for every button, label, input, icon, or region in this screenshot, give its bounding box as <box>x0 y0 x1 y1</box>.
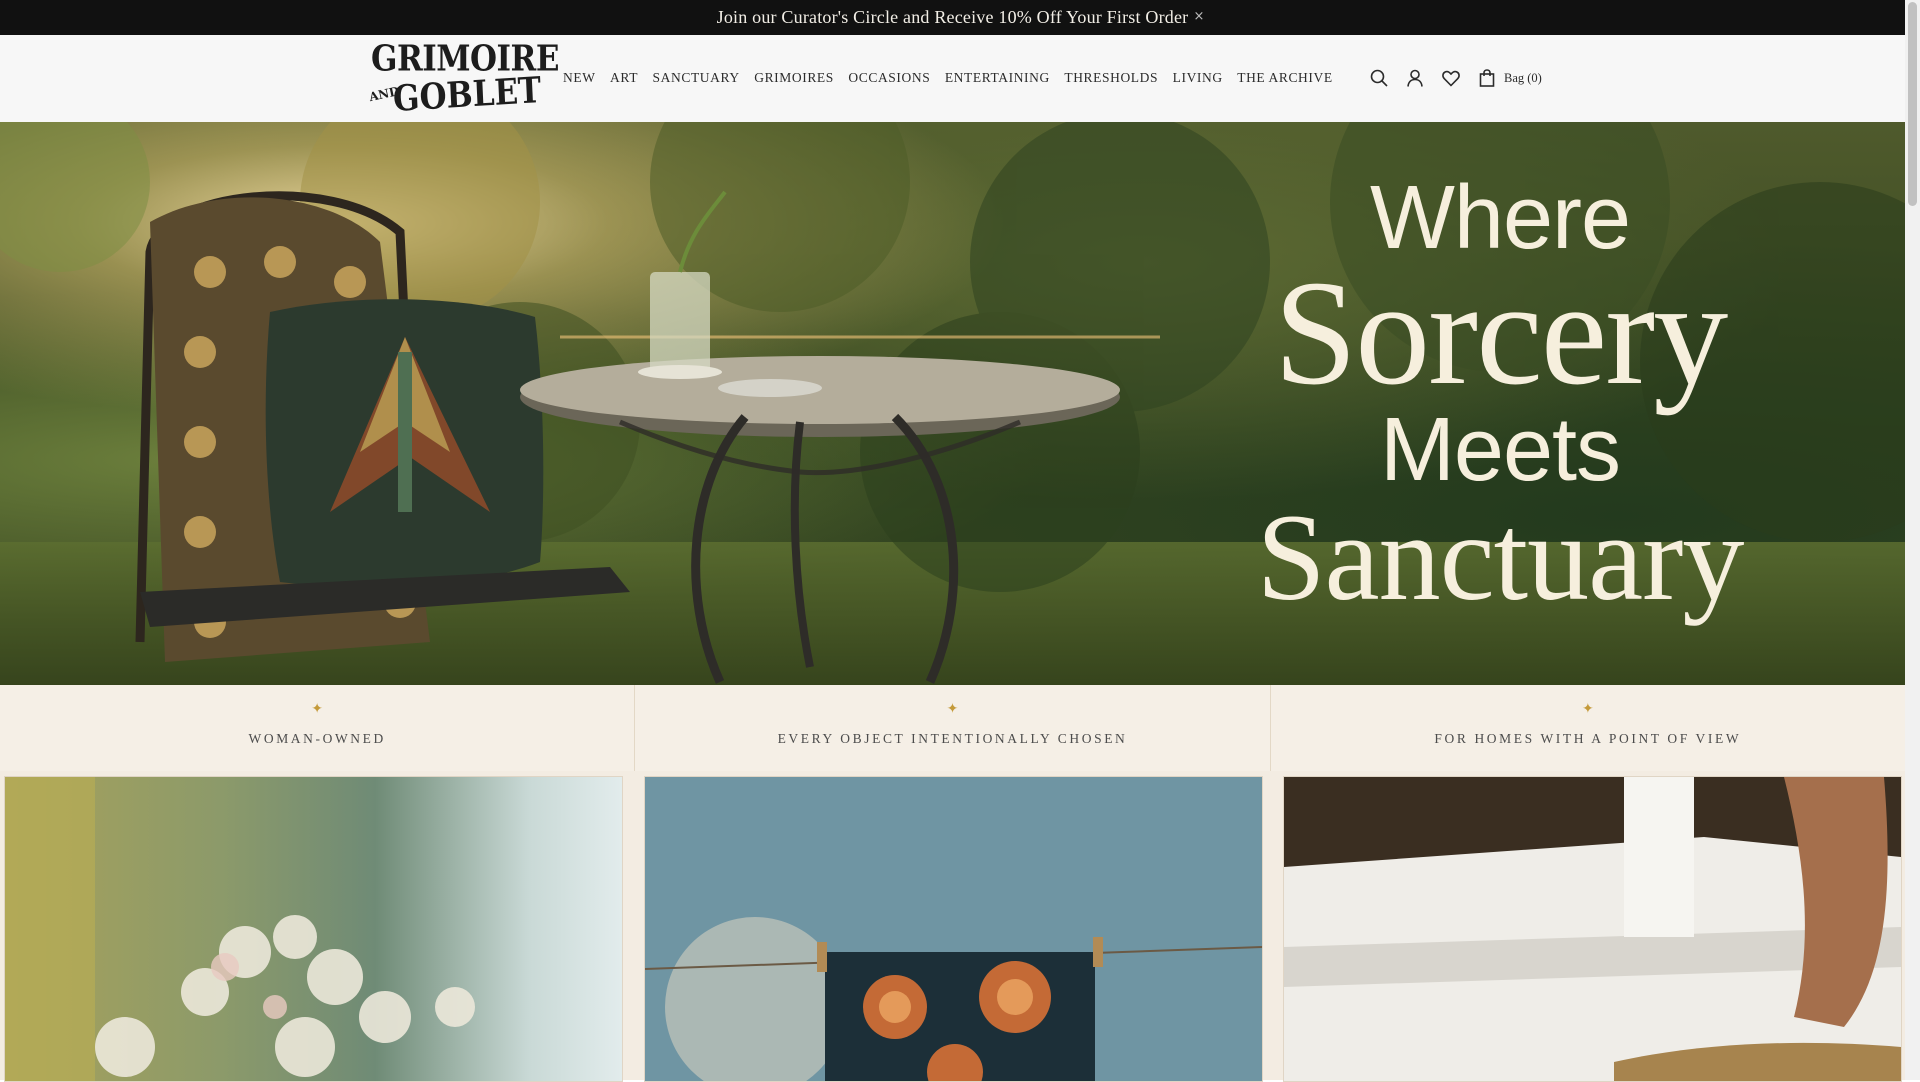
value-text: EVERY OBJECT INTENTIONALLY CHOSEN <box>777 731 1128 746</box>
tile-image-doormat <box>1284 777 1901 1081</box>
wishlist-heart-icon[interactable] <box>1440 67 1462 89</box>
value-text: WOMAN-OWNED <box>248 731 386 746</box>
value-text: FOR HOMES WITH A POINT OF VIEW <box>1434 731 1742 746</box>
nav-item-occasions[interactable]: OCCASIONS <box>848 67 930 89</box>
nav-item-living[interactable]: LIVING <box>1173 67 1223 89</box>
tile-image-flowers <box>5 777 622 1081</box>
category-tiles <box>0 771 1905 1082</box>
nav-item-art[interactable]: ART <box>610 67 638 89</box>
value-woman-owned: ✦ WOMAN-OWNED <box>0 685 636 771</box>
sparkle-icon: ✦ <box>1581 701 1594 717</box>
site-header: GRIMOIRE AND GOBLET NEW ART SANCTUARY GR… <box>0 35 1905 123</box>
category-tile-thresholds[interactable] <box>1283 776 1902 1082</box>
tile-image-hanging-blanket <box>645 777 1262 1081</box>
sparkle-icon: ✦ <box>311 701 324 717</box>
values-strip: ✦ WOMAN-OWNED ✦ EVERY OBJECT INTENTIONAL… <box>0 685 1905 772</box>
nav-item-the-archive[interactable]: THE ARCHIVE <box>1237 67 1332 89</box>
search-icon[interactable] <box>1368 67 1390 89</box>
bag-icon <box>1476 67 1498 89</box>
hero-headline: Where Sorcery Meets Sanctuary <box>1230 172 1770 626</box>
logo-word-and: AND <box>367 84 401 105</box>
main-nav: NEW ART SANCTUARY GRIMOIRES OCCASIONS EN… <box>563 67 1347 89</box>
account-icon[interactable] <box>1404 67 1426 89</box>
category-tile-textiles[interactable] <box>644 776 1263 1082</box>
close-icon[interactable]: × <box>1192 8 1206 26</box>
value-point-of-view: ✦ FOR HOMES WITH A POINT OF VIEW <box>1271 685 1905 771</box>
scrollbar-thumb[interactable] <box>1908 2 1917 206</box>
announcement-text[interactable]: Join our Curator's Circle and Receive 10… <box>717 7 1189 28</box>
sparkle-icon: ✦ <box>946 701 959 717</box>
nav-item-new[interactable]: NEW <box>563 67 596 89</box>
category-tile-flowers[interactable] <box>4 776 623 1082</box>
nav-item-entertaining[interactable]: ENTERTAINING <box>945 67 1050 89</box>
hero-banner[interactable]: Where Sorcery Meets Sanctuary <box>0 122 1905 685</box>
header-icons: Bag (0) <box>1368 65 1542 91</box>
brand-logo[interactable]: GRIMOIRE AND GOBLET <box>367 38 560 120</box>
hero-line-sanctuary: Sanctuary <box>1256 489 1745 626</box>
page-scrollbar[interactable] <box>1905 0 1920 1080</box>
nav-item-sanctuary[interactable]: SANCTUARY <box>653 67 740 89</box>
bag-button[interactable]: Bag (0) <box>1476 67 1542 89</box>
logo-second-line: AND GOBLET <box>367 70 542 120</box>
bag-label: Bag (0) <box>1504 70 1542 85</box>
nav-item-grimoires[interactable]: GRIMOIRES <box>754 67 834 89</box>
hero-line-sorcery: Sorcery <box>1273 250 1728 416</box>
hero-line-meets: Meets <box>1379 400 1621 500</box>
value-intentionally-chosen: ✦ EVERY OBJECT INTENTIONALLY CHOSEN <box>635 685 1271 771</box>
logo-word-goblet: GOBLET <box>392 69 542 121</box>
announcement-bar: Join our Curator's Circle and Receive 10… <box>0 0 1905 35</box>
nav-item-thresholds[interactable]: THRESHOLDS <box>1064 67 1158 89</box>
